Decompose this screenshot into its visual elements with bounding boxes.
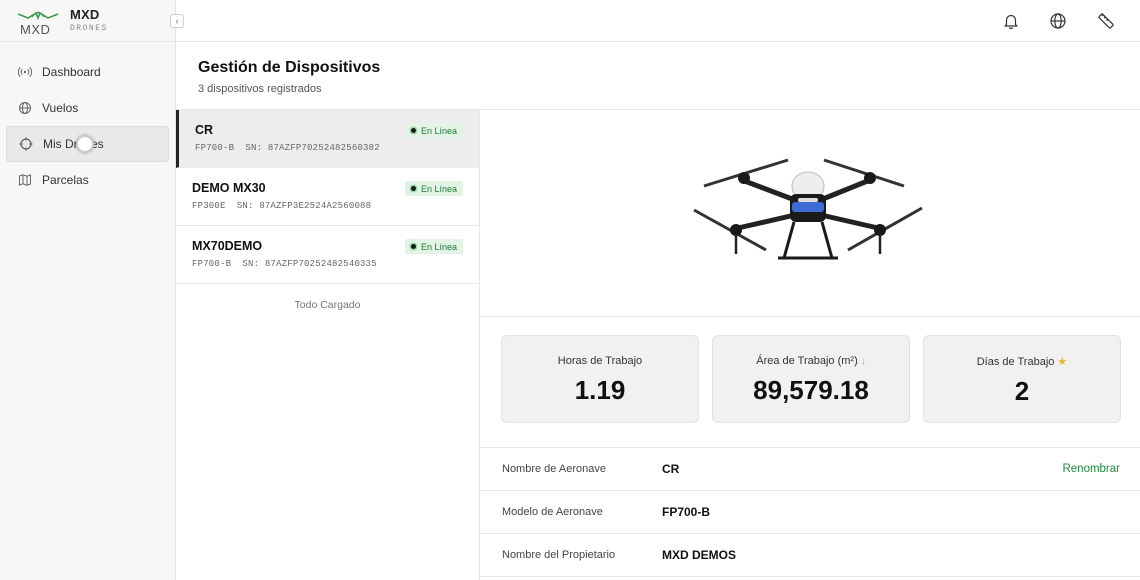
- crosshair-icon: [19, 137, 33, 151]
- stat-card-work-hours: Horas de Trabajo 1.19: [501, 335, 699, 423]
- drone-image: [693, 158, 923, 260]
- device-meta: FP700-B SN: 87AZFP70252482540335: [192, 259, 377, 269]
- info-value: CR: [662, 462, 680, 476]
- info-label: Nombre de Aeronave: [502, 463, 606, 475]
- svg-text:MXD: MXD: [20, 22, 50, 37]
- sidebar-item-vuelos[interactable]: Vuelos: [6, 90, 169, 126]
- page-subtitle: 3 dispositivos registrados: [198, 83, 322, 95]
- stat-label: Horas de Trabajo: [557, 355, 643, 367]
- topbar: [176, 0, 1140, 42]
- page-header: Gestión de Dispositivos 3 dispositivos r…: [176, 42, 1140, 110]
- stat-value: 2: [1014, 376, 1030, 406]
- brand[interactable]: MXD MXD DRONES: [0, 0, 175, 42]
- stat-value: 1.19: [574, 375, 626, 405]
- stat-label: Área de Trabajo (m²) ↓: [756, 355, 866, 367]
- stat-card-work-area: Área de Trabajo (m²) ↓ 89,579.18: [712, 335, 910, 423]
- brand-name: MXD: [70, 7, 100, 22]
- info-value: MXD DEMOS: [662, 548, 737, 562]
- device-item[interactable]: CR FP700-B SN: 87AZFP70252482560382 En L…: [176, 110, 479, 168]
- stat-label: Días de Trabajo ★: [976, 356, 1068, 368]
- stat-value: 89,579.18: [753, 375, 869, 405]
- info-row-owner: Nombre del Propietario MXD DEMOS: [480, 534, 1140, 577]
- status-badge: En Línea: [404, 181, 463, 196]
- stat-card-work-days: Días de Trabajo ★ 2: [923, 335, 1121, 423]
- online-dot-icon: [410, 244, 416, 249]
- drone-image-area: [480, 110, 1140, 317]
- sidebar-item-parcelas[interactable]: Parcelas: [6, 162, 169, 198]
- info-row-aircraft-model: Modelo de Aeronave FP700-B: [480, 491, 1140, 534]
- device-meta: FP700-B SN: 87AZFP70252482560382: [195, 143, 380, 153]
- sidebar-item-label: Dashboard: [42, 65, 101, 79]
- globe-icon: [18, 101, 32, 115]
- info-label: Modelo de Aeronave: [502, 506, 603, 518]
- list-footer: Todo Cargado: [294, 299, 361, 311]
- sidebar-item-label: Parcelas: [42, 173, 89, 187]
- page-title: Gestión de Dispositivos: [198, 59, 381, 76]
- info-row-aircraft-name: Nombre de Aeronave CR Renombrar: [480, 448, 1140, 491]
- status-badge: En Línea: [404, 123, 463, 138]
- sidebar-item-label: Vuelos: [42, 101, 79, 115]
- device-item[interactable]: DEMO MX30 FP300E SN: 87AZFP3E2524A256008…: [176, 168, 479, 226]
- arrow-down-icon: ↓: [860, 356, 866, 367]
- globe-icon[interactable]: [1049, 12, 1067, 30]
- status-badge: En Línea: [404, 239, 463, 254]
- mxd-logo: MXD: [17, 11, 59, 37]
- sidebar: MXD MXD DRONES Dashboard Vuelos Mis Dron…: [0, 0, 176, 580]
- device-meta: FP300E SN: 87AZFP3E2524A2560088: [192, 201, 372, 211]
- online-dot-icon: [410, 128, 416, 133]
- radio-signal-icon: [18, 65, 32, 79]
- chevron-left-icon: ‹: [175, 16, 179, 26]
- mouse-cursor: [76, 135, 94, 153]
- map-icon: [18, 173, 32, 187]
- info-value: FP700-B: [662, 505, 711, 519]
- stats-row: Horas de Trabajo 1.19 Área de Trabajo (m…: [480, 317, 1140, 448]
- device-detail: Horas de Trabajo 1.19 Área de Trabajo (m…: [480, 110, 1140, 580]
- sidebar-nav: Dashboard Vuelos Mis Drones Parcelas: [0, 42, 175, 198]
- ruler-icon[interactable]: [1097, 12, 1115, 30]
- info-label: Nombre del Propietario: [502, 549, 616, 561]
- device-list: CR FP700-B SN: 87AZFP70252482560382 En L…: [176, 110, 480, 580]
- device-item[interactable]: MX70DEMO FP700-B SN: 87AZFP7025248254033…: [176, 226, 479, 284]
- bell-icon[interactable]: [1002, 12, 1020, 30]
- brand-subtitle: DRONES: [70, 24, 108, 33]
- sidebar-item-dashboard[interactable]: Dashboard: [6, 54, 169, 90]
- collapse-sidebar-button[interactable]: ‹: [170, 14, 184, 28]
- rename-button[interactable]: Renombrar: [1062, 463, 1120, 475]
- online-dot-icon: [410, 186, 416, 191]
- sidebar-item-label: Mis Drones: [43, 137, 104, 151]
- star-icon: ★: [1057, 356, 1068, 368]
